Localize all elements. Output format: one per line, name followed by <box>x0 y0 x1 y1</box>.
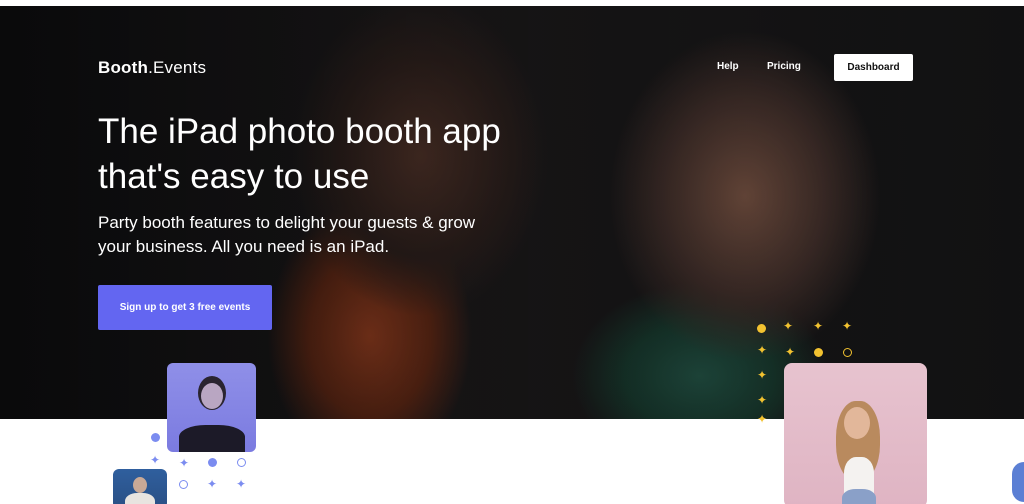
sparkle-icon: ✦ <box>207 477 218 491</box>
sparkle-icon: ✦ <box>783 319 794 333</box>
hero-section: Booth.Events Help Pricing Dashboard The … <box>0 6 1024 419</box>
dot-icon <box>179 480 188 489</box>
sparkle-icon: ✦ <box>813 319 824 333</box>
sparkle-icon: ✦ <box>785 345 796 359</box>
nav-help-link[interactable]: Help <box>717 61 739 72</box>
sparkle-icon: ✦ <box>757 412 768 426</box>
hero-headline: The iPad photo booth app that's easy to … <box>98 112 501 196</box>
dot-icon <box>151 433 160 442</box>
sparkle-icon: ✦ <box>236 477 247 491</box>
dot-icon <box>757 324 766 333</box>
dot-icon <box>237 458 246 467</box>
signup-cta-button[interactable]: Sign up to get 3 free events <box>98 285 272 330</box>
chat-widget-button[interactable] <box>1012 462 1024 502</box>
hero-subheadline: Party booth features to delight your gue… <box>98 213 476 256</box>
sample-photo-card <box>113 469 167 504</box>
dot-icon <box>208 458 217 467</box>
brand-logo[interactable]: Booth.Events <box>98 58 206 78</box>
dashboard-button[interactable]: Dashboard <box>834 54 913 81</box>
sparkle-icon: ✦ <box>757 393 768 407</box>
sparkle-icon: ✦ <box>757 343 768 357</box>
sparkle-icon: ✦ <box>179 456 190 470</box>
sparkle-icon: ✦ <box>842 319 853 333</box>
dot-icon <box>814 348 823 357</box>
nav-pricing-link[interactable]: Pricing <box>767 61 801 72</box>
sample-photo-card <box>167 363 256 452</box>
sample-photo-card <box>784 363 927 504</box>
sparkle-icon: ✦ <box>757 368 768 382</box>
dot-icon <box>843 348 852 357</box>
sparkle-icon: ✦ <box>150 453 161 467</box>
